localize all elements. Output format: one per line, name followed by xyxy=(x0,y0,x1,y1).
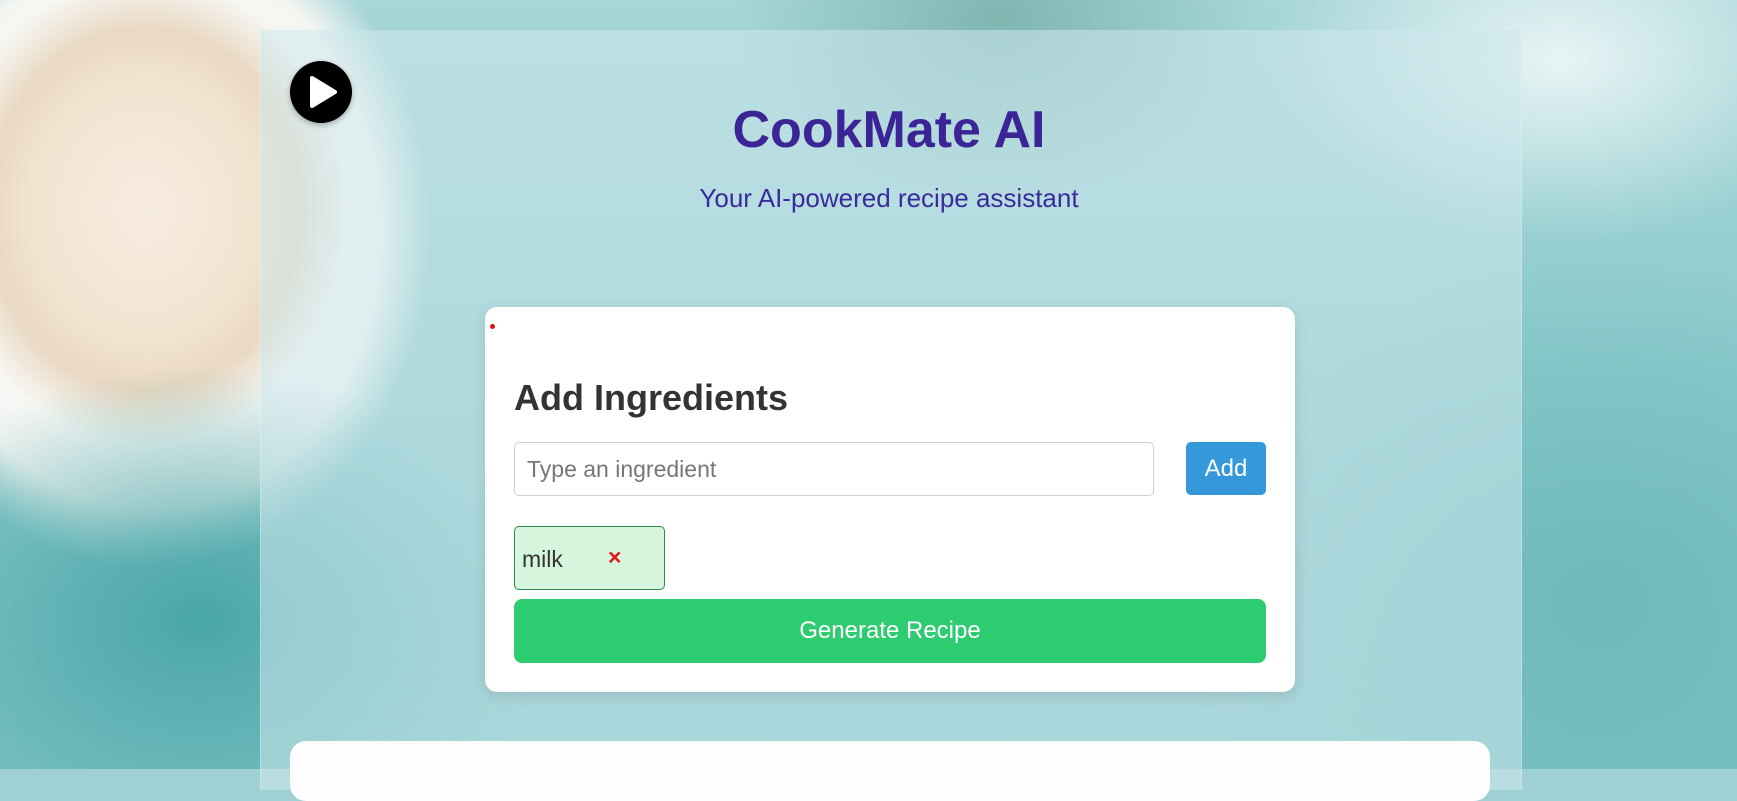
ingredient-tag-label: milk xyxy=(522,546,563,572)
app-subtitle: Your AI-powered recipe assistant xyxy=(699,183,1079,213)
recipe-output-panel xyxy=(290,741,1490,801)
generate-recipe-button[interactable]: Generate Recipe xyxy=(514,599,1266,663)
ingredient-input[interactable] xyxy=(514,442,1154,496)
ingredients-heading: Add Ingredients xyxy=(514,377,789,418)
app-title: CookMate AI xyxy=(732,101,1046,159)
ingredients-card: Add Ingredients Add milk × Generate Reci… xyxy=(485,307,1295,692)
ingredient-tag: milk × xyxy=(514,526,665,590)
add-ingredient-button[interactable]: Add xyxy=(1186,442,1266,495)
remove-ingredient-icon[interactable]: × xyxy=(608,544,621,571)
status-dot xyxy=(490,324,495,329)
